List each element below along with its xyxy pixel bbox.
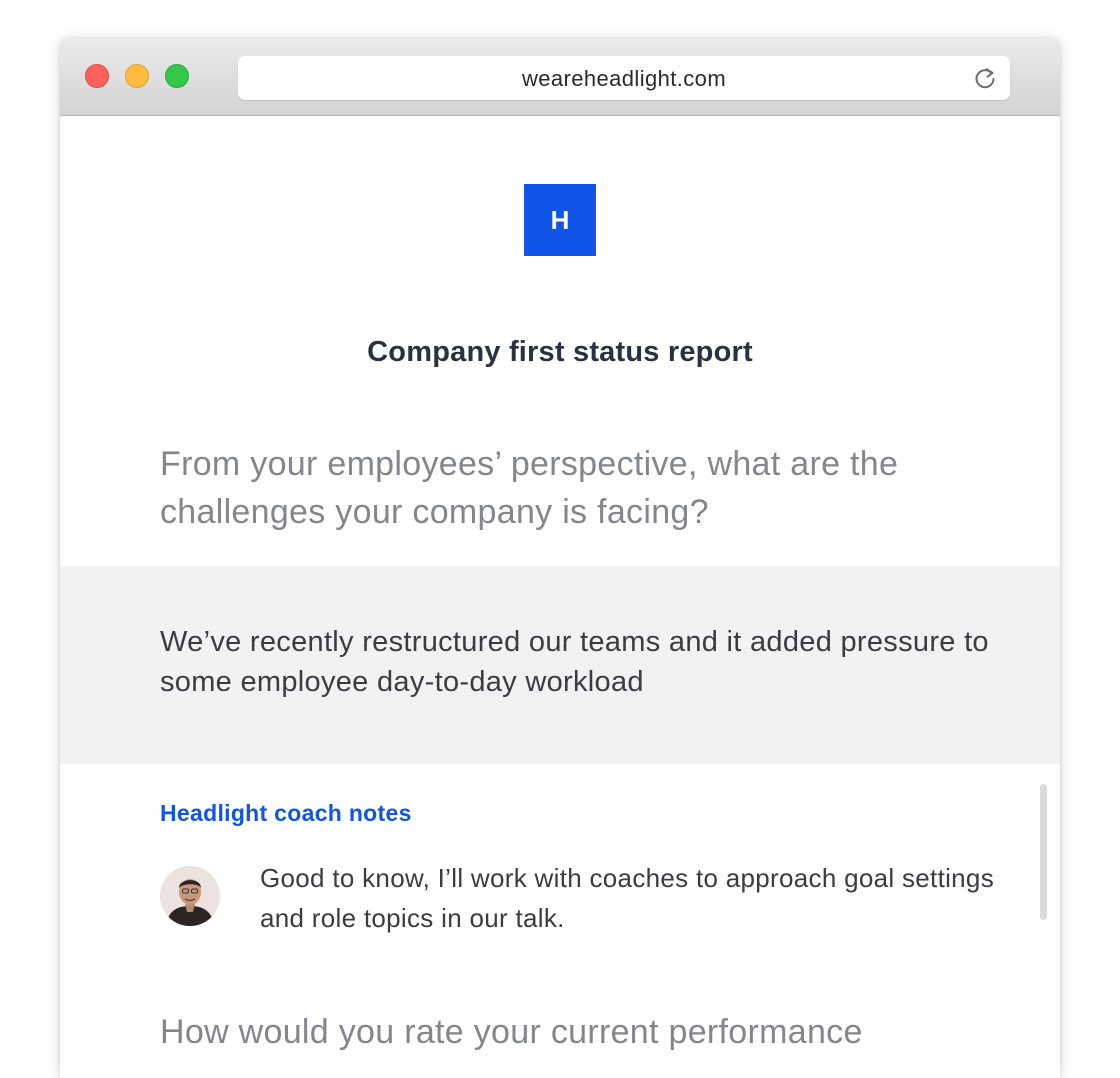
close-window-button[interactable] xyxy=(85,64,109,88)
coach-note-text: Good to know, I’ll work with coaches to … xyxy=(260,863,994,933)
page-content: H Company first status report From your … xyxy=(60,116,1060,1078)
browser-window: weareheadlight.com H Company first statu… xyxy=(60,38,1060,1078)
question-performance: How would you rate your current performa… xyxy=(160,1013,863,1051)
coach-portrait-icon xyxy=(160,866,220,926)
headlight-logo[interactable]: H xyxy=(524,184,596,256)
minimize-window-button[interactable] xyxy=(125,64,149,88)
scrollbar-thumb[interactable] xyxy=(1040,784,1047,920)
coach-notes-heading: Headlight coach notes xyxy=(160,800,412,826)
coach-avatar xyxy=(160,866,220,926)
zoom-window-button[interactable] xyxy=(165,64,189,88)
browser-titlebar: weareheadlight.com xyxy=(60,38,1060,116)
answer-panel: We’ve recently restructured our teams an… xyxy=(60,566,1060,764)
question-challenges: From your employees’ perspective, what a… xyxy=(160,445,899,531)
url-text: weareheadlight.com xyxy=(521,66,727,91)
page-title: Company first status report xyxy=(367,336,753,368)
address-bar[interactable]: weareheadlight.com xyxy=(238,56,1010,100)
answer-text: We’ve recently restructured our teams an… xyxy=(160,626,989,698)
reload-icon[interactable] xyxy=(972,65,998,91)
